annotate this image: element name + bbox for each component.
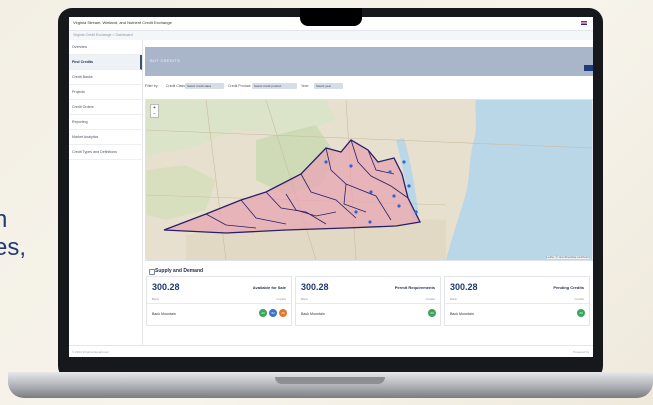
breadcrumb-text[interactable]: Virginia Credit Exchange > Dashboard [73, 33, 133, 37]
laptop-hinge [275, 377, 385, 384]
card-row-name[interactable]: Back Mountain [152, 312, 176, 316]
map-attribution: Leaflet | © OpenStreetMap contributors [546, 256, 590, 259]
flag-icon[interactable] [581, 21, 587, 25]
page-header: BUY CREDITS [145, 47, 593, 76]
sidebar-item-market-analytics[interactable]: Market Analytics [69, 130, 142, 145]
sidebar-item-credit-orders[interactable]: Credit Orders [69, 100, 142, 115]
credit-class-select[interactable]: Select credit class [185, 83, 224, 89]
camera-notch [300, 8, 362, 26]
credit-map[interactable]: + − Leaflet | © OpenStreetMap contributo… [145, 99, 593, 261]
credit-badge-green[interactable]: 23 [577, 309, 585, 317]
card-sub-left: Bank [301, 297, 308, 301]
background-text-line-1: n [0, 206, 8, 233]
page-title: BUY CREDITS [150, 58, 181, 63]
available-for-sale-card: 300.28 Available for Sale Bank Credits B… [146, 276, 292, 326]
card-label: Permit Requirements [394, 285, 435, 290]
background-text-line-2: es, [0, 234, 27, 261]
breadcrumb: Virginia Credit Exchange > Dashboard [69, 31, 593, 40]
card-value: 300.28 [152, 282, 180, 292]
laptop-base [8, 372, 653, 398]
pending-credits-card: 300.28 Pending Credits Bank Credits Back… [444, 276, 590, 326]
sidebar-item-credit-banks[interactable]: Credit Banks [69, 70, 142, 85]
credit-product-select[interactable]: Select credit product [252, 83, 297, 89]
footer-copyright: © 2024 Virginia Department [72, 350, 110, 354]
header-action-button[interactable] [584, 65, 593, 71]
credit-badge-green[interactable]: 23 [428, 309, 436, 317]
card-row-name[interactable]: Back Mountain [301, 312, 325, 316]
permit-requirements-card: 300.28 Permit Requirements Bank Credits … [295, 276, 441, 326]
card-label: Pending Credits [553, 285, 584, 290]
footer-powered-by[interactable]: Powered by [573, 350, 589, 354]
credit-product-label: Credit Product: [228, 84, 252, 88]
card-divider [445, 303, 589, 304]
card-sub-right: Credits [276, 297, 286, 301]
credit-badge-green[interactable]: 23 [259, 309, 267, 317]
card-sub-left: Bank [152, 297, 159, 301]
app-screen: Virginia Stream, Wetland, and Nutrient C… [69, 17, 593, 357]
year-select[interactable]: Select year [314, 83, 343, 89]
sidebar-item-reporting[interactable]: Reporting [69, 115, 142, 130]
card-value: 300.28 [301, 282, 329, 292]
card-sub-left: Bank [450, 297, 457, 301]
zoom-out-button[interactable]: − [151, 111, 158, 117]
filter-bar: Filter by: Credit Class: Select credit c… [145, 83, 593, 91]
supply-demand-title: Supply and Demand [155, 268, 204, 274]
card-sub-right: Credits [425, 297, 435, 301]
year-label: Year: [301, 84, 310, 88]
filter-label: Filter by: [145, 84, 159, 88]
card-value: 300.28 [450, 282, 478, 292]
card-row-name[interactable]: Back Mountain [450, 312, 474, 316]
card-divider [147, 303, 291, 304]
sidebar-item-projects[interactable]: Projects [69, 85, 142, 100]
card-label: Available for Sale [252, 285, 286, 290]
sidebar-item-find-credits[interactable]: Find Credits [69, 55, 142, 70]
map-zoom-control: + − [150, 104, 159, 118]
credit-class-label: Credit Class: [166, 84, 187, 88]
credit-badge-orange[interactable]: 26 [279, 309, 287, 317]
sidebar: Overview Find Credits Credit Banks Proje… [69, 40, 143, 345]
card-divider [296, 303, 440, 304]
sidebar-item-overview[interactable]: Overview [69, 40, 142, 55]
map-canvas [146, 100, 592, 260]
sidebar-item-credit-types[interactable]: Credit Types and Definitions [69, 145, 142, 160]
credit-badge-blue[interactable]: 52 [269, 309, 277, 317]
card-sub-right: Credits [574, 297, 584, 301]
app-footer: © 2024 Virginia Department Powered by [69, 345, 593, 357]
app-title: Virginia Stream, Wetland, and Nutrient C… [73, 20, 172, 25]
